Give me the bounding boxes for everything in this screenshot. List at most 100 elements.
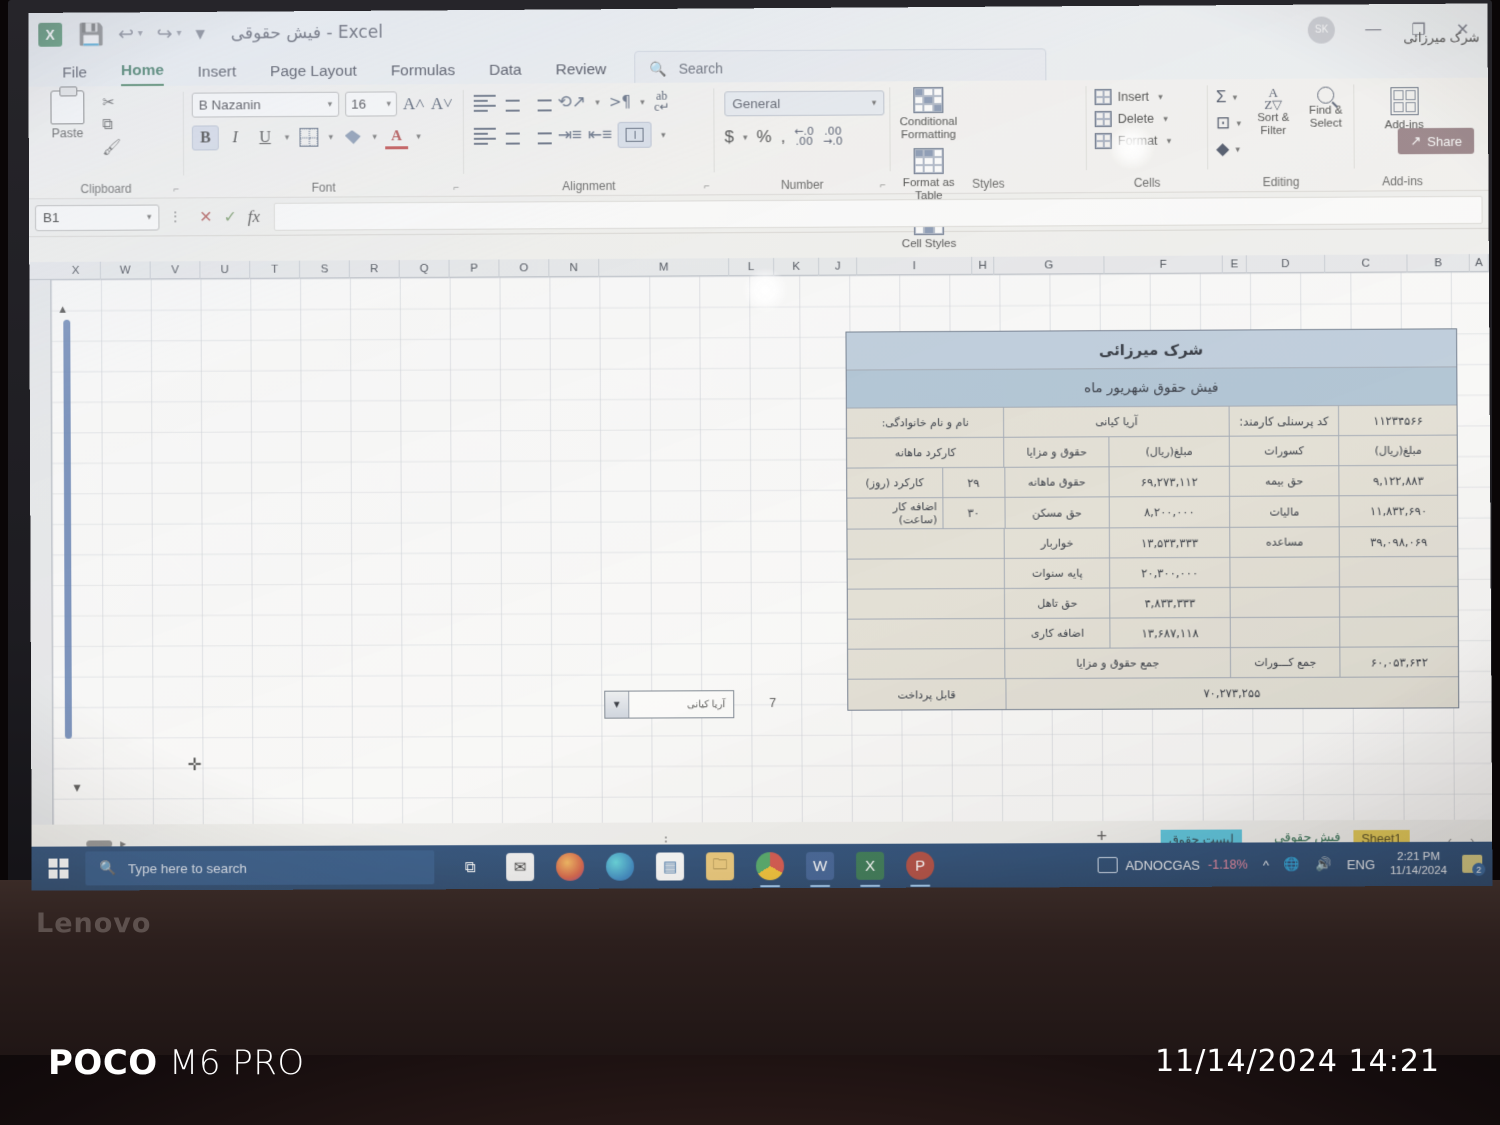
- insert-cells-button[interactable]: Insert ▾: [1095, 88, 1203, 105]
- increase-decimal-icon[interactable]: ←.0.00: [794, 127, 814, 147]
- number-format-select[interactable]: General ▾: [724, 90, 884, 116]
- chevron-down-icon[interactable]: ▾: [1229, 92, 1240, 103]
- tab-formulas[interactable]: Formulas: [391, 62, 456, 84]
- increase-indent-icon[interactable]: ⇤≡: [588, 125, 612, 145]
- powerpoint-icon[interactable]: P: [906, 852, 934, 880]
- decrease-font-size-icon[interactable]: A˅: [431, 94, 453, 114]
- paste-button[interactable]: Paste: [39, 90, 97, 156]
- clear-button[interactable]: ◆ ▾: [1216, 139, 1244, 159]
- scroll-down-icon[interactable]: ▼: [71, 781, 83, 795]
- italic-button[interactable]: I: [222, 125, 249, 150]
- enter-formula-icon[interactable]: ✓: [223, 207, 236, 227]
- task-view-icon[interactable]: ⧉: [456, 853, 484, 881]
- chevron-down-icon[interactable]: ▾: [1155, 91, 1166, 102]
- col-header-X[interactable]: X: [51, 262, 101, 280]
- mail-icon[interactable]: ✉: [506, 853, 534, 881]
- edge-icon[interactable]: [606, 853, 634, 881]
- underline-dropdown-icon[interactable]: ▾: [282, 132, 293, 143]
- show-hidden-icons-chevron[interactable]: ^: [1263, 857, 1269, 872]
- align-right-icon[interactable]: [530, 127, 552, 144]
- merge-and-center-button[interactable]: [618, 122, 652, 148]
- col-header-Q[interactable]: Q: [400, 260, 450, 278]
- chevron-down-icon[interactable]: ▾: [872, 97, 877, 108]
- col-header-M[interactable]: M: [599, 258, 729, 277]
- col-header-K[interactable]: K: [774, 258, 819, 276]
- col-header-I[interactable]: I: [857, 257, 972, 276]
- excel-icon[interactable]: X: [856, 852, 884, 880]
- tab-insert[interactable]: Insert: [198, 63, 237, 85]
- chevron-down-icon[interactable]: ▾: [1164, 135, 1175, 146]
- orientation-dropdown-icon[interactable]: ▾: [592, 97, 603, 108]
- col-header-O[interactable]: O: [499, 259, 549, 277]
- firefox-icon[interactable]: [556, 853, 584, 881]
- percent-format-icon[interactable]: %: [756, 127, 771, 147]
- col-header-F[interactable]: F: [1104, 255, 1222, 274]
- conditional-formatting-button[interactable]: Conditional Formatting: [898, 87, 958, 142]
- chevron-down-icon[interactable]: ▾: [328, 99, 333, 110]
- col-header-N[interactable]: N: [549, 259, 599, 277]
- col-header-A[interactable]: A: [1470, 254, 1489, 272]
- increase-font-size-icon[interactable]: A˄: [403, 94, 425, 114]
- col-header-C[interactable]: C: [1325, 254, 1407, 272]
- dropdown-arrow-icon[interactable]: ▼: [605, 692, 629, 718]
- tab-review[interactable]: Review: [556, 61, 607, 83]
- formula-bar-expand-icon[interactable]: ⋮: [165, 208, 185, 225]
- underline-button[interactable]: U: [252, 125, 279, 150]
- redo-icon[interactable]: ↪: [157, 25, 173, 44]
- share-button[interactable]: ↗ Share: [1398, 128, 1474, 155]
- col-header-H[interactable]: H: [972, 257, 994, 275]
- customize-qat-icon[interactable]: ▾: [195, 24, 205, 43]
- chevron-down-icon[interactable]: ▾: [1232, 144, 1243, 155]
- cancel-formula-icon[interactable]: ✕: [199, 207, 212, 227]
- format-cells-button[interactable]: Format ▾: [1095, 132, 1203, 149]
- microsoft-store-icon[interactable]: ▤: [656, 852, 684, 880]
- tab-page-layout[interactable]: Page Layout: [270, 63, 357, 85]
- comma-format-icon[interactable]: ,: [781, 127, 786, 147]
- copy-icon[interactable]: ⧉: [102, 116, 121, 133]
- col-header-W[interactable]: W: [101, 261, 151, 279]
- clock[interactable]: 2:21 PM 11/14/2024: [1390, 850, 1447, 878]
- fill-color-dropdown-icon[interactable]: ▾: [369, 131, 380, 142]
- text-direction-icon[interactable]: >¶: [609, 93, 631, 111]
- chevron-down-icon[interactable]: ▾: [147, 212, 152, 223]
- col-header-J[interactable]: J: [819, 257, 857, 275]
- quick-access-toolbar[interactable]: 💾 ↩ ▾ ↪ ▾ ▾: [78, 23, 205, 45]
- col-header-V[interactable]: V: [151, 261, 201, 279]
- stock-ticker[interactable]: ADNOCGAS -1.18%: [1097, 857, 1248, 874]
- number-dialog-launcher[interactable]: ⌐: [880, 180, 886, 191]
- align-center-icon[interactable]: [502, 127, 524, 144]
- text-direction-dropdown-icon[interactable]: ▾: [637, 96, 648, 107]
- col-header-P[interactable]: P: [450, 259, 500, 277]
- tab-home[interactable]: Home: [121, 62, 164, 86]
- save-icon[interactable]: 💾: [78, 24, 104, 45]
- minimize-button[interactable]: —: [1365, 21, 1381, 39]
- currency-format-icon[interactable]: $: [724, 127, 734, 147]
- col-header-U[interactable]: U: [200, 261, 250, 279]
- col-header-L[interactable]: L: [729, 258, 774, 276]
- align-middle-icon[interactable]: [502, 94, 524, 111]
- col-header-B[interactable]: B: [1407, 254, 1469, 272]
- alignment-dialog-launcher[interactable]: ⌐: [704, 181, 710, 192]
- autosum-button[interactable]: Σ ▾: [1216, 87, 1244, 107]
- row-header-column[interactable]: [29, 280, 53, 825]
- avatar[interactable]: SK: [1308, 16, 1335, 43]
- chevron-down-icon[interactable]: ▾: [386, 98, 391, 109]
- network-icon[interactable]: 🌐: [1284, 856, 1300, 872]
- windows-taskbar[interactable]: 🔍 Type here to search ⧉ ✉ ▤ 🗀 W X P ADNO…: [32, 842, 1493, 891]
- volume-icon[interactable]: 🔊: [1315, 856, 1331, 872]
- scroll-up-icon[interactable]: ▲: [57, 304, 68, 316]
- font-size-input[interactable]: 16 ▾: [345, 91, 397, 116]
- spreadsheet-grid[interactable]: X W V U T S R Q P O N M L K J I H G F E …: [29, 254, 1492, 825]
- bold-button[interactable]: B: [192, 125, 219, 150]
- font-color-dropdown-icon[interactable]: ▾: [413, 131, 424, 142]
- col-header-S[interactable]: S: [300, 260, 350, 278]
- decrease-decimal-icon[interactable]: .00 →.0: [823, 127, 843, 147]
- col-header-T[interactable]: T: [250, 261, 300, 279]
- insert-function-icon[interactable]: fx: [248, 206, 260, 226]
- align-top-icon[interactable]: [474, 94, 496, 111]
- format-as-table-button[interactable]: Format as Table: [899, 148, 959, 203]
- taskbar-search-input[interactable]: 🔍 Type here to search: [85, 850, 434, 885]
- undo-dropdown-icon[interactable]: ▾: [138, 29, 143, 39]
- formula-input[interactable]: [274, 195, 1483, 230]
- align-left-icon[interactable]: [474, 127, 496, 144]
